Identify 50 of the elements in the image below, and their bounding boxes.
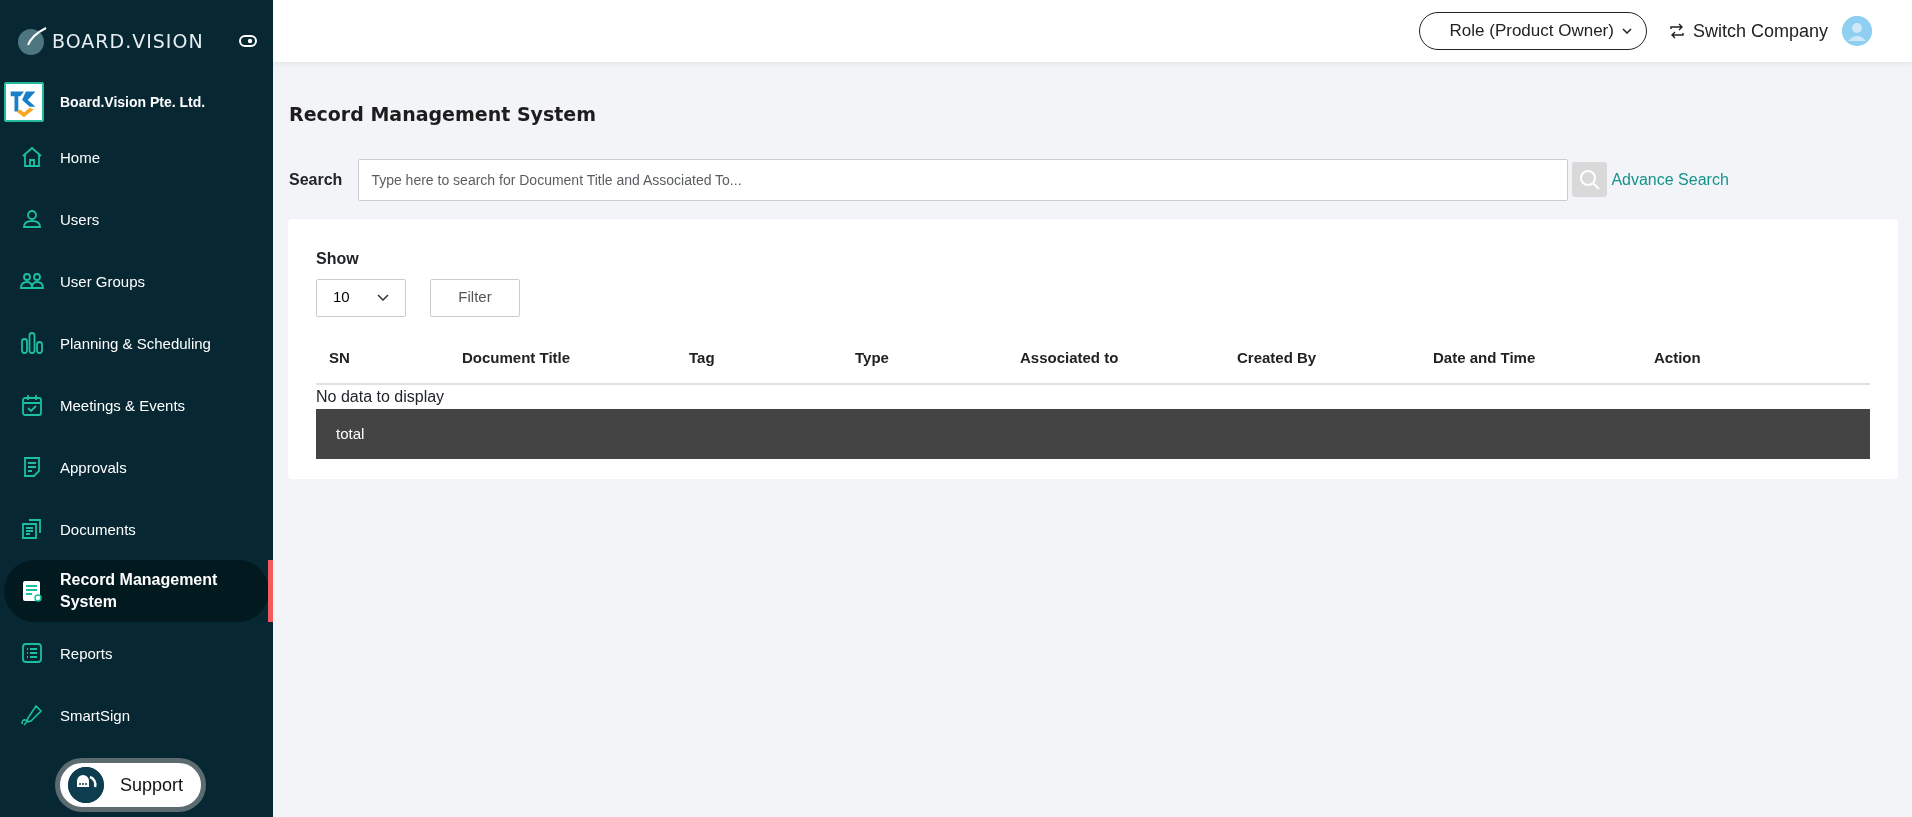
caret-icon — [377, 294, 389, 301]
documents-icon — [20, 517, 44, 541]
switch-company-button[interactable]: Switch Company — [1662, 16, 1834, 46]
role-dropdown[interactable]: Role (Product Owner) — [1418, 12, 1647, 50]
sidebar-item[interactable]: Users — [4, 188, 269, 250]
column-header: Action — [1653, 347, 1702, 368]
search-icon — [1578, 168, 1601, 191]
sidebar-item[interactable]: Approvals — [4, 436, 269, 498]
sidebar-item[interactable]: User Groups — [4, 250, 269, 312]
company-logo-icon — [4, 82, 44, 122]
sidebar-item[interactable]: Home — [4, 126, 269, 188]
page-title: Record Management System — [289, 102, 598, 127]
page-size-select[interactable]: 10 — [316, 278, 406, 317]
sidebar-item[interactable]: SmartSign — [4, 684, 269, 746]
column-header: SN — [328, 347, 351, 368]
sidebar-item[interactable]: Record Management System — [4, 560, 269, 622]
empty-message: No data to display — [316, 387, 446, 407]
list-icon — [20, 641, 44, 665]
filter-button[interactable]: Filter — [430, 278, 520, 317]
calendar-check-icon — [20, 393, 44, 417]
sidebar-item[interactable]: Planning & Scheduling — [4, 312, 269, 374]
search-field[interactable]: Type here to search for Document Title and Associated To... — [358, 158, 1569, 201]
user-icon — [20, 207, 44, 231]
bar-chart-icon — [20, 331, 44, 355]
show-label: Show — [316, 248, 360, 269]
column-header: Document Title — [461, 347, 572, 368]
avatar-icon[interactable] — [1842, 16, 1872, 46]
column-header: Created By — [1236, 347, 1318, 368]
pen-icon — [20, 703, 44, 727]
advance-search-link[interactable]: Advance Search — [1611, 167, 1729, 192]
document-search-icon — [20, 579, 44, 603]
column-header: Type — [854, 347, 890, 368]
sidebar-item[interactable]: Documents — [4, 498, 269, 560]
sidebar-item[interactable]: Meetings & Events — [4, 374, 269, 436]
logo-icon — [16, 25, 48, 57]
company-name: Board.Vision Pte. Ltd. — [60, 92, 206, 112]
eye-toggle-icon[interactable] — [239, 35, 257, 47]
sidebar-item[interactable]: Reports — [4, 622, 269, 684]
total-label: total — [336, 423, 365, 444]
search-button[interactable] — [1572, 162, 1608, 197]
chat-icon — [68, 767, 104, 803]
search-label: Search — [289, 169, 343, 190]
support-button[interactable]: Support — [55, 758, 207, 812]
column-header: Tag — [688, 347, 716, 368]
brand-name: BOARD.VISION — [52, 28, 205, 54]
swap-icon — [1668, 23, 1685, 39]
house-icon — [20, 145, 44, 169]
caret-icon — [1621, 28, 1632, 34]
column-header: Date and Time — [1432, 347, 1537, 368]
column-header: Associated to — [1019, 347, 1120, 368]
